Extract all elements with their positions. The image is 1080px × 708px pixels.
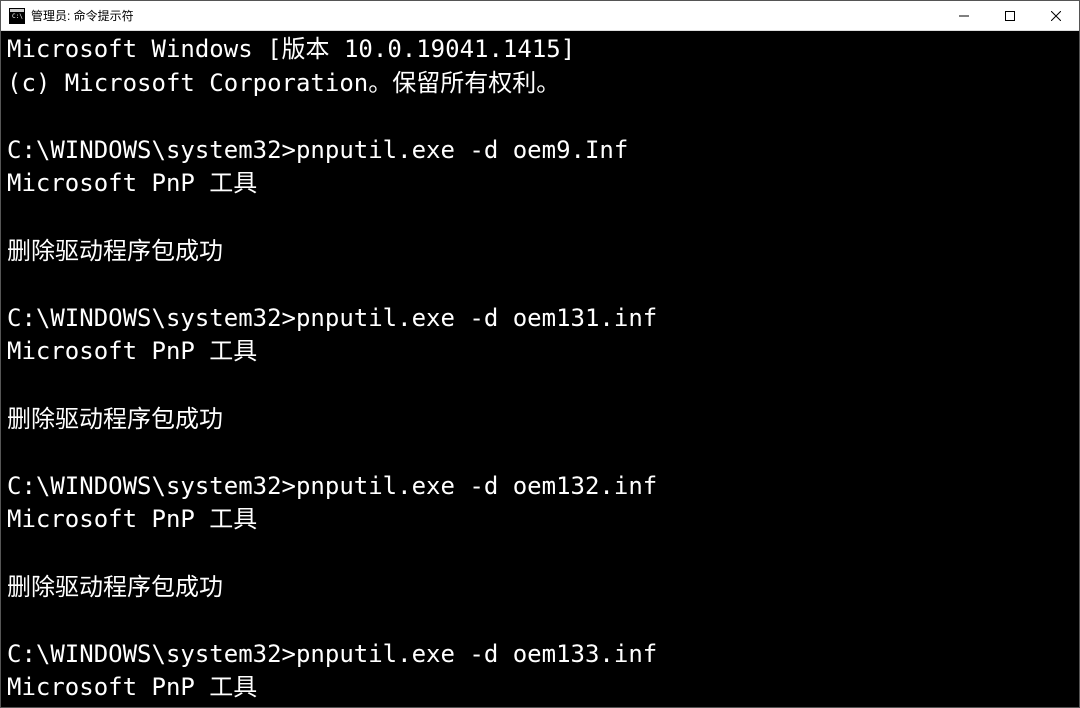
terminal-line: C:\WINDOWS\system32>pnputil.exe -d oem13…	[7, 302, 1073, 336]
terminal-line: C:\WINDOWS\system32>pnputil.exe -d oem9.…	[7, 134, 1073, 168]
terminal-blank	[7, 369, 1073, 403]
terminal-line: C:\WINDOWS\system32>pnputil.exe -d oem13…	[7, 638, 1073, 672]
minimize-button[interactable]	[941, 1, 987, 30]
svg-text:C:\: C:\	[12, 13, 23, 20]
cmd-icon: C:\	[9, 8, 25, 24]
terminal-blank	[7, 100, 1073, 134]
window-title: 管理员: 命令提示符	[31, 7, 134, 24]
terminal-blank	[7, 201, 1073, 235]
terminal-blank	[7, 537, 1073, 571]
terminal-line: (c) Microsoft Corporation。保留所有权利。	[7, 67, 1073, 101]
terminal-line: Microsoft PnP 工具	[7, 335, 1073, 369]
terminal-line: Microsoft PnP 工具	[7, 503, 1073, 537]
terminal-line: 删除驱动程序包成功	[7, 235, 1073, 269]
terminal-line: 删除驱动程序包成功	[7, 571, 1073, 605]
maximize-button[interactable]	[987, 1, 1033, 30]
terminal-line: 删除驱动程序包成功	[7, 403, 1073, 437]
terminal-line: Microsoft PnP 工具	[7, 167, 1073, 201]
terminal-line: Microsoft PnP 工具	[7, 671, 1073, 705]
window-titlebar: C:\ 管理员: 命令提示符	[1, 1, 1079, 31]
terminal-line: Microsoft Windows [版本 10.0.19041.1415]	[7, 33, 1073, 67]
terminal-blank	[7, 268, 1073, 302]
terminal-line: C:\WINDOWS\system32>pnputil.exe -d oem13…	[7, 470, 1073, 504]
terminal-blank	[7, 436, 1073, 470]
close-button[interactable]	[1033, 1, 1079, 30]
terminal-output[interactable]: Microsoft Windows [版本 10.0.19041.1415] (…	[1, 31, 1079, 707]
window-controls	[941, 1, 1079, 30]
terminal-blank	[7, 604, 1073, 638]
